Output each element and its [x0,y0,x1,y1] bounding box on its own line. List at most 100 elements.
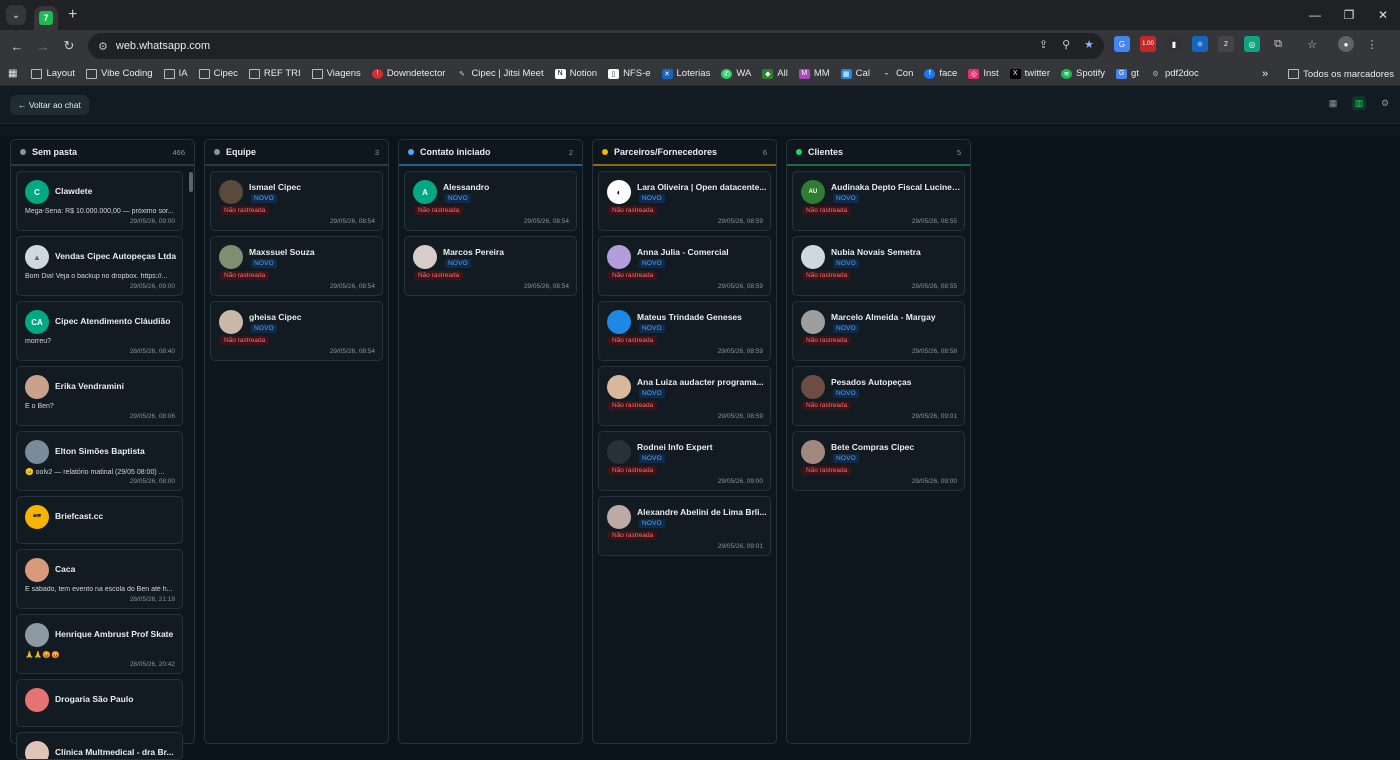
contact-card[interactable]: Ana Luiza audacter programa... NOVO Não … [598,366,771,426]
contact-card[interactable]: Anna Julia - Comercial NOVO Não rastread… [598,236,771,296]
chat-card[interactable]: CA Cipec Atendimento Cláudião morreu? 28… [16,301,183,361]
bookmark-ia[interactable]: IA [163,68,188,79]
chat-card[interactable]: Clínica Multmedical - dra Br... [16,732,183,760]
contact-card[interactable]: Pesados Autopeças NOVO Não rastreada 29/… [792,366,965,426]
contact-card[interactable]: Marcelo Almeida - Margay NOVO Não rastre… [792,301,965,361]
tracking-tag: Não rastreada [802,271,852,280]
bookmark-loterias[interactable]: ✕ Loterias [661,68,710,79]
tracking-tag: Não rastreada [414,206,464,215]
bookmark-jitsi[interactable]: ✎ Cipec | Jitsi Meet [456,68,544,79]
translate-extension-icon[interactable]: G [1114,36,1130,52]
contact-card[interactable]: AU Audinaka Depto Fiscal Lucinei... NOVO… [792,171,965,231]
install-app-icon[interactable]: ⇪ [1039,38,1048,51]
grid-view-icon[interactable]: ▦ [1326,96,1340,110]
chat-card[interactable]: Henrique Ambrust Prof Skate 🙏🙏😡😡 28/05/2… [16,614,183,674]
forward-arrow-icon[interactable]: → [30,39,56,54]
bookmark-nfse[interactable]: ▯ NFS-e [608,68,651,79]
bookmark-twitter[interactable]: Xtwitter [1009,68,1050,79]
address-bar[interactable]: ⚙ web.whatsapp.com ⇪ ⚲ ★ [88,33,1104,59]
bookmark-vibe-coding[interactable]: Vibe Coding [85,68,153,79]
card-time: 29/05/26, 08:59 [717,218,763,225]
bookmark-spotify[interactable]: ≋ Spotify [1061,68,1105,79]
react-extension-icon[interactable]: ⚛ [1192,36,1208,52]
contact-card[interactable]: ◐ Lara Oliveira | Open datacente... NOVO… [598,171,771,231]
contact-card[interactable]: Ismael Cipec NOVO Não rastreada 29/05/26… [210,171,383,231]
board-view-icon[interactable]: ▥ [1352,96,1366,110]
facebook-icon: f [924,68,936,79]
extensions-puzzle-icon[interactable]: ⧉ [1270,36,1286,52]
back-to-chat-button[interactable]: ← Voltar ao chat [10,94,89,115]
bookmark-face[interactable]: f face [924,68,957,79]
chat-card[interactable]: C Clawdete Mega-Sena: R$ 10.000.000,00 —… [16,171,183,231]
contact-card[interactable]: gheisa Cipec NOVO Não rastreada 29/05/26… [210,301,383,361]
contact-card[interactable]: Alexandre Abelini de Lima Brli... NOVO N… [598,496,771,556]
chat-card[interactable]: Erika Vendramini E o Ben? 29/05/26, 08:0… [16,366,183,426]
avatar [25,440,49,464]
contact-card[interactable]: A Alessandro NOVO Não rastreada 29/05/26… [404,171,577,231]
lock-extension-icon[interactable]: ▮ [1166,36,1182,52]
badge-extension-icon[interactable]: 1.00 [1140,36,1156,52]
bookmark-viagens[interactable]: Viagens [311,68,361,79]
avatar [219,310,243,334]
bookmark-cal[interactable]: ▦ Cal [840,68,870,79]
back-arrow-icon[interactable]: ← [4,39,30,54]
loterias-icon: ✕ [661,68,673,79]
chat-card[interactable]: ❝❞ Briefcast.cc [16,496,183,544]
board-top-strip [0,126,1400,136]
chat-card[interactable]: Elton Simões Baptista 😐 oolv2 — relatóri… [16,431,183,491]
tab-search-button[interactable]: ⌄ [6,5,26,25]
avatar: ◐ [607,180,631,204]
bookmark-layout[interactable]: Layout [31,68,75,79]
bookmark-ref-tri[interactable]: REF TRI [248,68,301,79]
bookmark-mm[interactable]: M MM [798,68,830,79]
chat-card[interactable]: Drogaria São Paulo [16,679,183,727]
browser-tab[interactable]: 7 [34,6,58,30]
bookmarks-star-icon[interactable]: ☆ [1304,36,1320,52]
contact-card[interactable]: Mateus Trindade Geneses NOVO Não rastrea… [598,301,771,361]
bookmark-notion[interactable]: N Notion [554,68,597,79]
bookmark-gt[interactable]: Ggt [1116,68,1139,79]
bookmark-all-folder[interactable]: Todos os marcadores [1288,69,1394,80]
new-tab-button[interactable]: + [68,6,77,24]
settings-gear-icon[interactable]: ⚙ [1378,96,1392,110]
bookmark-pdf2doc[interactable]: ⚙ pdf2doc [1150,68,1198,79]
instagram-icon: ◎ [968,68,980,79]
zoom-icon[interactable]: ⚲ [1062,38,1070,51]
reload-icon[interactable]: ↻ [56,38,82,54]
menu-kebab-icon[interactable]: ⋮ [1364,36,1380,52]
scroll-thumb[interactable] [189,172,193,192]
bookmark-con[interactable]: ◒ Con [881,68,913,79]
contact-card[interactable]: Maxssuel Souza NOVO Não rastreada 29/05/… [210,236,383,296]
bookmark-cipec[interactable]: Cipec [198,68,238,79]
avatar [25,688,49,712]
column-title: Contato iniciado [420,147,491,157]
bookmark-inst[interactable]: ◎ Inst [968,68,999,79]
column-count: 3 [374,147,379,157]
bookmark-all[interactable]: ◆ All [762,68,788,79]
x-icon: X [1009,68,1021,79]
profile-avatar-icon[interactable]: ● [1338,36,1354,52]
folder-icon [1288,69,1300,79]
column-scrollbar[interactable] [189,168,193,743]
card-name: Elton Simões Baptista [55,446,145,456]
contact-card[interactable]: Rodnei Info Expert NOVO Não rastreada 29… [598,431,771,491]
card-name: Rodnei Info Expert [637,442,713,452]
apps-grid-icon[interactable]: ▦ [8,68,17,79]
avatar [25,741,49,759]
close-window-icon[interactable]: ✕ [1366,0,1400,30]
contact-card[interactable]: Bete Compras Cipec NOVO Não rastreada 29… [792,431,965,491]
contact-card[interactable]: Marcos Pereira NOVO Não rastreada 29/05/… [404,236,577,296]
contact-card[interactable]: Nubia Novais Semetra NOVO Não rastreada … [792,236,965,296]
bookmarks-overflow-icon[interactable]: » [1262,68,1268,80]
counter-extension-icon[interactable]: 2 [1218,36,1234,52]
chat-card[interactable]: Caca E sábado, tem evento na escola do B… [16,549,183,609]
bookmark-downdetector[interactable]: ! Downdetector [371,68,445,79]
restore-icon[interactable]: ❐ [1332,0,1366,30]
gpt-extension-icon[interactable]: ◎ [1244,36,1260,52]
chat-card[interactable]: ▲ Vendas Cipec Autopeças Ltda Bom Dia! V… [16,236,183,296]
bookmark-star-icon[interactable]: ★ [1084,38,1094,51]
avatar [607,505,631,529]
site-info-icon[interactable]: ⚙ [98,40,108,53]
bookmark-wa[interactable]: ✆ WA [721,68,751,79]
minimize-icon[interactable]: — [1298,0,1332,30]
